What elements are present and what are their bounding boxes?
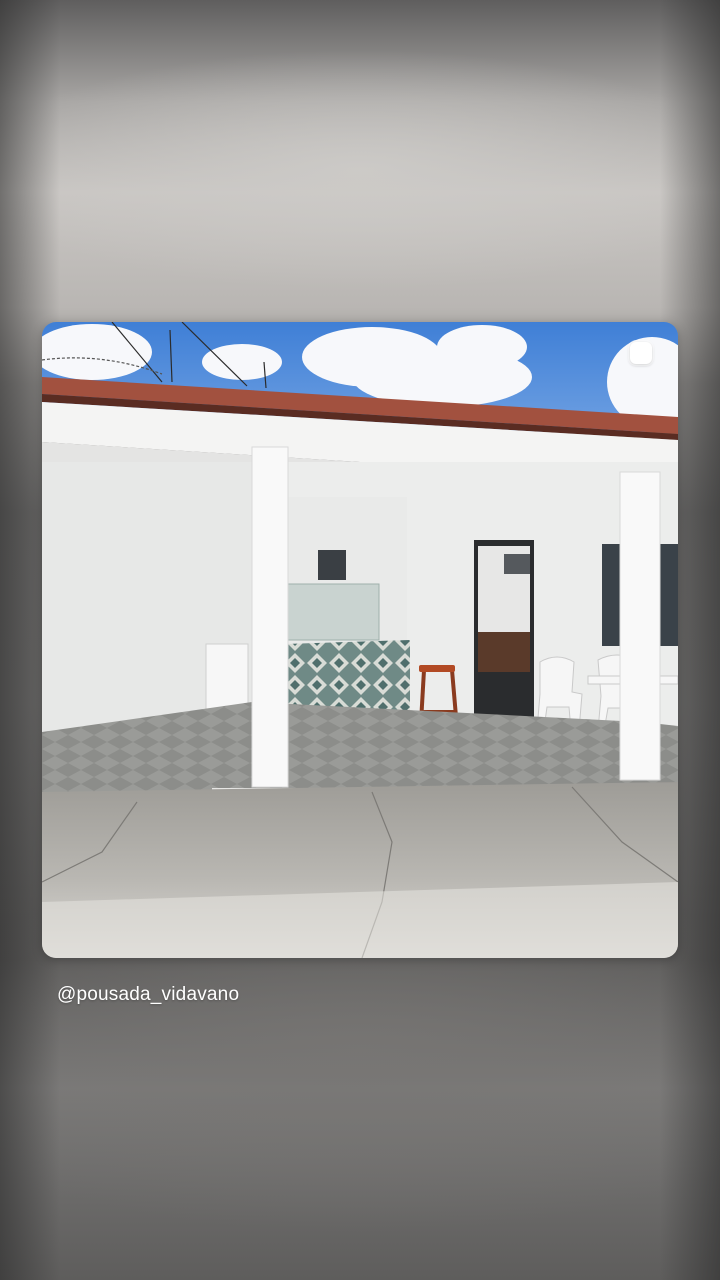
username-label[interactable]: @pousada_vidavano bbox=[57, 984, 239, 1006]
pousada-patio-illustration bbox=[42, 322, 678, 958]
pillar-left bbox=[251, 446, 289, 788]
story-photo[interactable] bbox=[42, 322, 678, 958]
glass-block bbox=[286, 583, 380, 641]
story-select-indicator[interactable] bbox=[630, 342, 652, 364]
pillar-right bbox=[619, 471, 661, 781]
small-window bbox=[318, 550, 346, 580]
